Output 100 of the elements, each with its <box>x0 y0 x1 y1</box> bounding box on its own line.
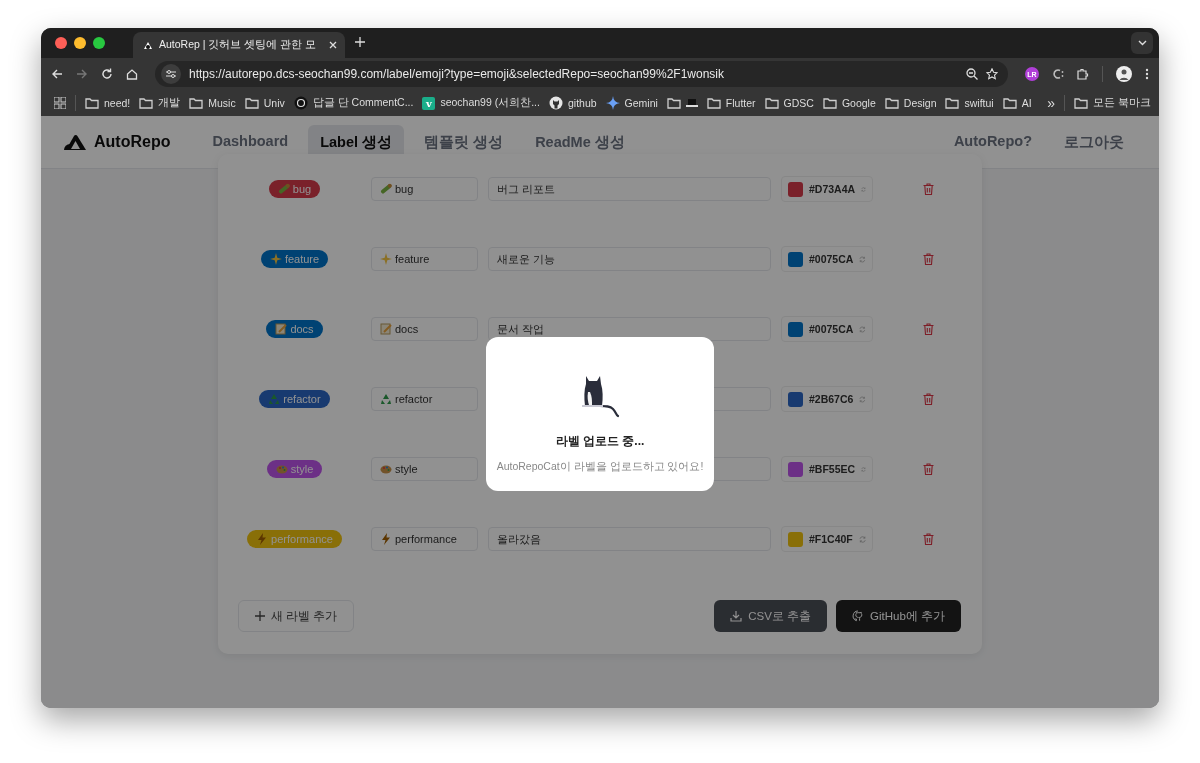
bookmark[interactable]: Design <box>884 97 937 109</box>
forward-icon <box>76 68 88 80</box>
github-upload-button[interactable]: GitHub에 추가 <box>836 600 961 632</box>
refresh-icon <box>859 323 866 335</box>
export-csv-button[interactable]: CSV로 추출 <box>714 600 827 632</box>
folder-icon <box>884 97 899 109</box>
close-icon <box>329 41 337 49</box>
sparkle-icon <box>269 253 282 265</box>
color-swatch <box>788 391 803 407</box>
color-swatch <box>788 531 803 547</box>
label-name-field[interactable]: bug <box>371 177 478 201</box>
color-picker[interactable]: #BF55EC <box>781 456 873 482</box>
color-swatch <box>788 321 803 337</box>
palette-icon <box>380 463 392 475</box>
bookmark[interactable]: need! <box>85 97 131 109</box>
folder-icon <box>189 97 204 109</box>
description-field[interactable]: 올라갔음 <box>488 527 771 551</box>
color-picker[interactable]: #D73A4A <box>781 176 873 202</box>
label-name-field[interactable]: style <box>371 457 478 481</box>
refresh-icon <box>859 393 866 405</box>
browser-tab[interactable]: AutoRep | 깃허브 셋팅에 관한 모 <box>133 32 345 58</box>
modal-message: AutoRepoCat이 라벨을 업로드하고 있어요! <box>496 460 704 474</box>
folder-icon <box>1002 97 1017 109</box>
delete-icon[interactable] <box>923 183 934 195</box>
more-bookmarks-button[interactable]: » <box>1047 95 1056 111</box>
refresh-icon <box>859 253 866 265</box>
reload-icon <box>101 68 113 80</box>
folder-icon <box>85 97 99 109</box>
label-name-field[interactable]: performance <box>371 527 478 551</box>
delete-icon[interactable] <box>923 533 934 545</box>
description-field[interactable]: 새로운 기능 <box>488 247 771 271</box>
bookmark[interactable]: Flutter <box>706 97 756 109</box>
lightning-icon <box>380 533 392 545</box>
delete-icon[interactable] <box>923 323 934 335</box>
bookmark[interactable]: Google <box>822 97 876 109</box>
folder-icon <box>822 97 837 109</box>
refresh-icon <box>858 533 866 545</box>
bookmark[interactable]: v seochan99 (서희찬... <box>422 96 540 110</box>
description-field[interactable]: 버그 리포트 <box>488 177 771 201</box>
close-window-icon <box>55 37 67 49</box>
bookmark[interactable]: Univ <box>244 97 285 109</box>
sparkle-icon <box>380 253 392 265</box>
app-logo-text: AutoRepo <box>94 133 171 151</box>
caterpillar-icon <box>277 183 290 195</box>
avatar-icon <box>1116 66 1132 82</box>
minimize-window-icon <box>74 37 86 49</box>
label-name-field[interactable]: refactor <box>371 387 478 411</box>
star-icon <box>986 68 998 80</box>
site-icon: v <box>422 96 436 110</box>
favicon-icon <box>143 40 153 50</box>
download-icon <box>730 610 743 622</box>
delete-icon[interactable] <box>923 463 934 475</box>
delete-icon[interactable] <box>923 253 934 265</box>
label-pill: performance <box>247 530 342 548</box>
modal-title: 라벨 업로드 중... <box>555 433 645 450</box>
bookmark[interactable]: GDSC <box>764 97 814 109</box>
bookmark[interactable]: Gemini <box>605 96 658 110</box>
label-pill: style <box>266 460 323 478</box>
bookmark[interactable]: Music <box>189 97 236 109</box>
puzzle-icon <box>1077 68 1089 80</box>
recycle-icon <box>268 393 281 405</box>
color-swatch <box>788 251 803 267</box>
label-name-field[interactable]: feature <box>371 247 478 271</box>
folder-icon <box>706 97 721 109</box>
maximize-window-icon <box>93 37 105 49</box>
bookmark[interactable]: 개발 <box>139 96 181 110</box>
color-picker[interactable]: #2B67C6 <box>781 386 873 412</box>
settings-sliders-icon <box>166 69 176 79</box>
delete-icon[interactable] <box>923 393 934 405</box>
nav-link[interactable]: AutoRepo? <box>953 132 1032 152</box>
label-pill: docs <box>266 320 323 338</box>
bookmark[interactable]: swiftui <box>945 97 994 109</box>
nav-link[interactable]: 로그아웃 <box>1064 132 1124 152</box>
extension-icon <box>1052 68 1064 80</box>
bookmark[interactable]: 모든 북마크 <box>1074 96 1151 110</box>
memo-icon <box>275 323 288 335</box>
apps-grid-icon <box>54 97 66 109</box>
color-picker[interactable]: #F1C40F <box>781 526 873 552</box>
bookmark[interactable]: AI <box>1002 97 1032 109</box>
folder-icon <box>764 97 779 109</box>
label-pill: refactor <box>259 390 330 408</box>
label-name-field[interactable]: docs <box>371 317 478 341</box>
bookmark[interactable]: 답글 단 CommentC... <box>293 96 414 110</box>
address-bar[interactable]: https://autorepo.dcs-seochan99.com/label/emoji?type=emoji&selectedRepo=seochan99%2F1wonsik <box>155 61 1008 87</box>
color-picker[interactable]: #0075CA <box>781 246 873 272</box>
home-icon <box>126 68 138 80</box>
color-picker[interactable]: #0075CA <box>781 316 873 342</box>
add-label-button[interactable]: 새 라벨 추가 <box>238 600 355 632</box>
chevron-down-icon <box>1137 40 1147 46</box>
menu-icon <box>1145 68 1149 80</box>
zoom-icon <box>966 68 978 80</box>
sparkle-icon <box>605 96 620 110</box>
label-pill: bug <box>268 180 321 198</box>
label-pill: feature <box>260 250 329 268</box>
memo-icon <box>380 323 392 335</box>
bookmark[interactable]: github <box>548 96 597 110</box>
bookmark[interactable] <box>666 97 698 109</box>
recycle-icon <box>380 393 392 405</box>
folder-icon <box>244 97 259 109</box>
tab-search-button[interactable] <box>1131 32 1153 54</box>
